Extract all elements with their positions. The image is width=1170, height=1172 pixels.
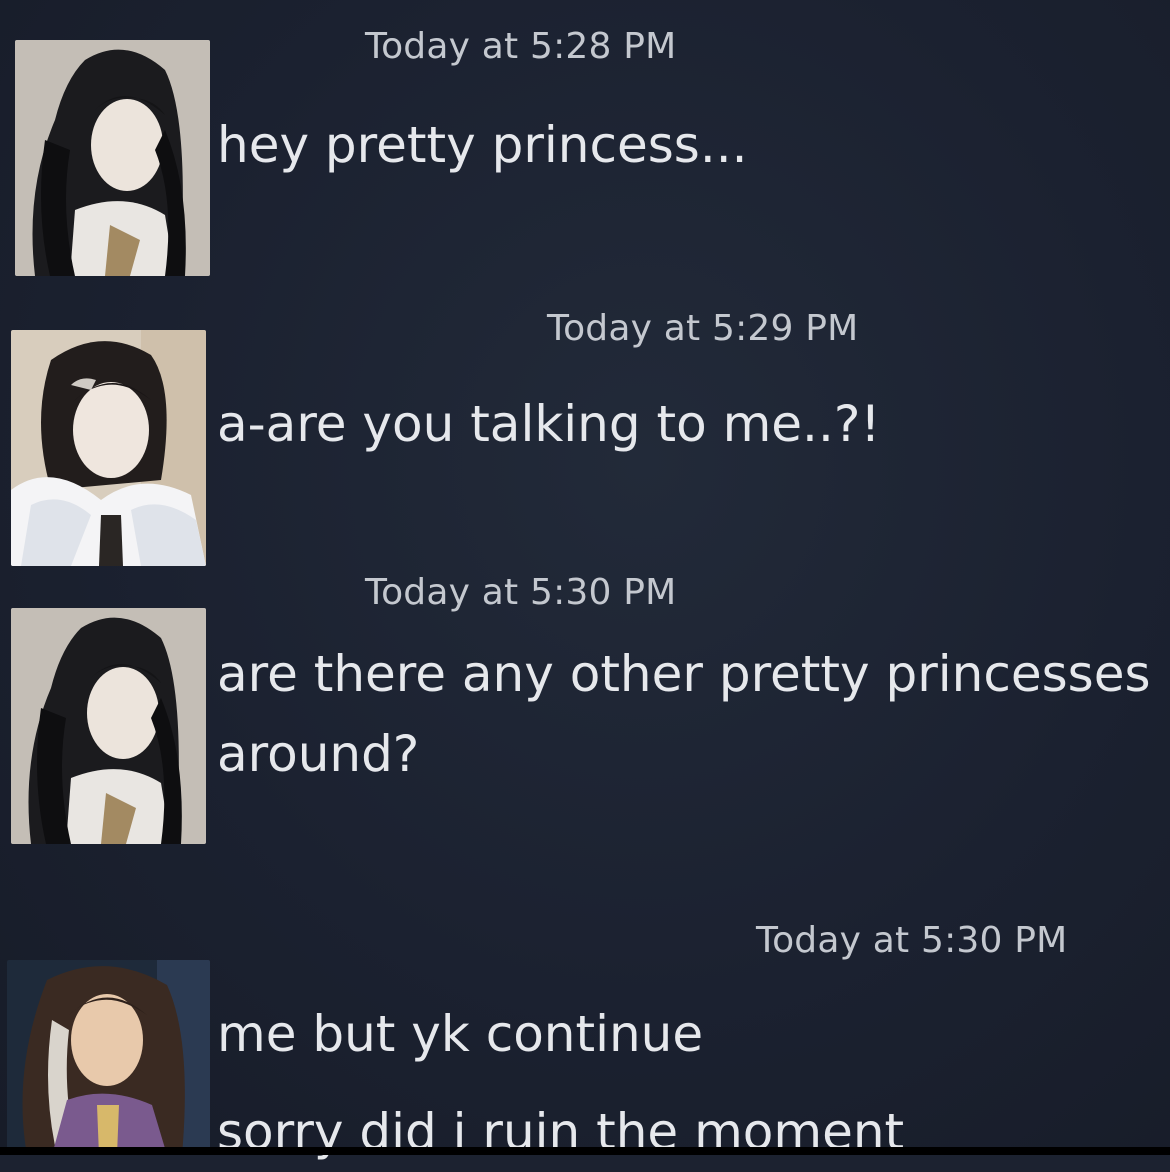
message-timestamp: Today at 5:30 PM [365,572,677,613]
fur-collar-avatar-icon [11,330,206,566]
chat-log: Today at 5:28 PM hey pretty princess... … [0,0,1170,1161]
message-text: a-are you talking to me..?! [217,395,881,453]
message-text: me but yk continue [217,1005,704,1063]
avatar[interactable] [11,608,206,844]
message-text: sorry did i ruin the moment [217,1103,905,1161]
message-text: are there any other pretty princesses [217,645,1151,703]
long-black-hair-avatar-icon [15,40,210,276]
message-text: hey pretty princess... [217,116,748,174]
message-text: around? [217,725,420,783]
bottom-edge-bar [0,1147,1170,1155]
message-timestamp: Today at 5:30 PM [756,920,1068,961]
long-black-hair-avatar-icon [11,608,206,844]
avatar[interactable] [7,960,210,1155]
avatar[interactable] [15,40,210,276]
message-timestamp: Today at 5:29 PM [547,308,859,349]
brown-hair-avatar-icon [7,960,210,1155]
message-timestamp: Today at 5:28 PM [365,26,677,67]
avatar[interactable] [11,330,206,566]
